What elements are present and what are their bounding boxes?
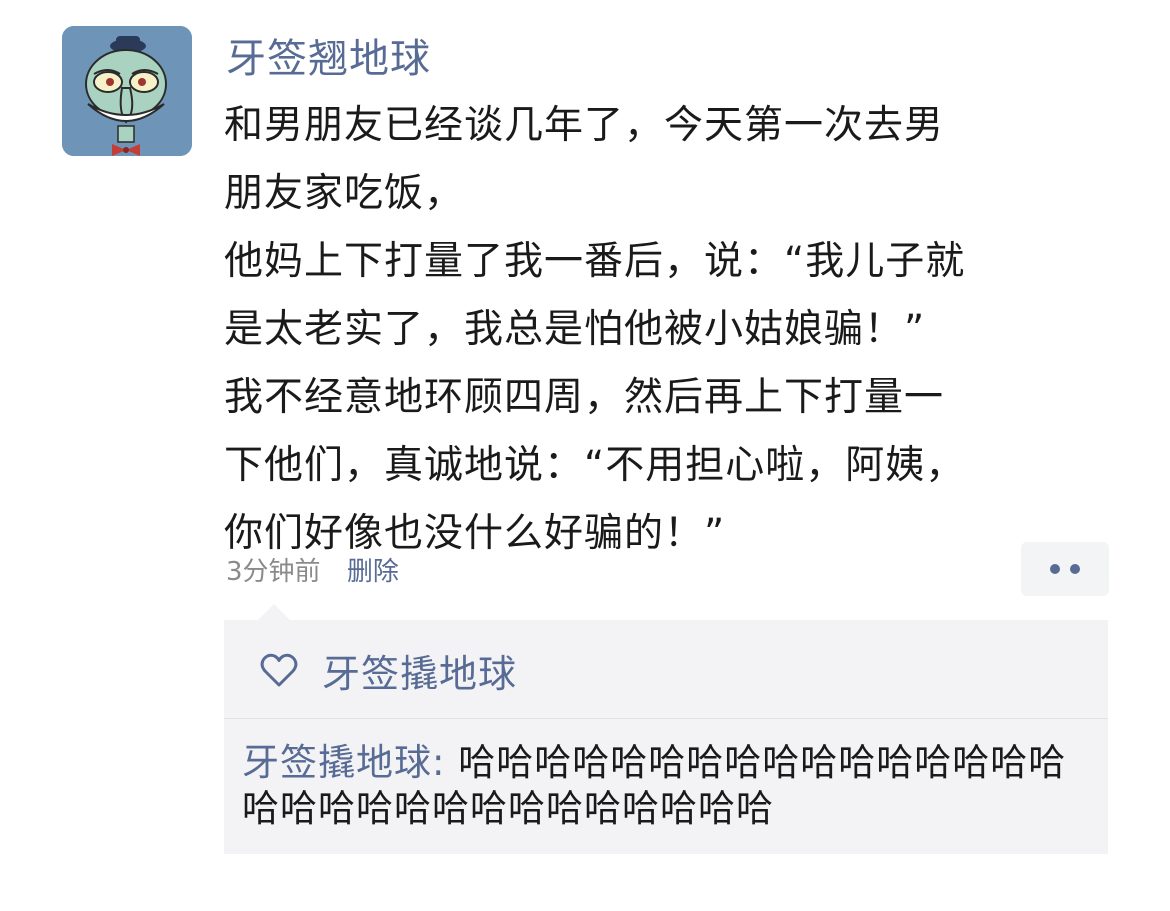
likes-row: 牙签撬地球: [260, 642, 517, 698]
divider: [224, 718, 1108, 719]
more-dots-icon: [1050, 564, 1060, 574]
post-timestamp: 3分钟前: [226, 557, 321, 587]
post-body-line: 他妈上下打量了我一番后，说：“我儿子就: [224, 239, 966, 284]
comment-separator: :: [432, 741, 459, 784]
post-body-line: 我不经意地环顾四周，然后再上下打量一: [224, 375, 945, 420]
more-button[interactable]: [1021, 542, 1109, 596]
post-author[interactable]: 牙签翘地球: [226, 34, 431, 84]
heart-outline-icon: [260, 653, 298, 687]
interaction-panel: 牙签撬地球 牙签撬地球: 哈哈哈哈哈哈哈哈哈哈哈哈哈哈哈哈哈哈哈哈哈哈哈哈哈哈哈…: [224, 604, 1108, 854]
post-body: 和男朋友已经谈几年了，今天第一次去男 朋友家吃饭， 他妈上下打量了我一番后，说：…: [224, 92, 1044, 568]
post-body-line: 是太老实了，我总是怕他被小姑娘骗！”: [224, 307, 926, 352]
post-body-line: 和男朋友已经谈几年了，今天第一次去男: [224, 103, 945, 148]
liker-name[interactable]: 牙签撬地球: [322, 643, 517, 698]
squidward-avatar-icon: [62, 26, 192, 156]
delete-link[interactable]: 删除: [347, 557, 399, 587]
more-dots-icon: [1070, 564, 1080, 574]
post-body-line: 下他们，真诚地说：“不用担心啦，阿姨，: [224, 443, 966, 488]
post-body-line: 朋友家吃饭，: [224, 171, 465, 216]
moment-post: 牙签翘地球 和男朋友已经谈几年了，今天第一次去男 朋友家吃饭， 他妈上下打量了我…: [0, 0, 1170, 911]
comment[interactable]: 牙签撬地球: 哈哈哈哈哈哈哈哈哈哈哈哈哈哈哈哈哈哈哈哈哈哈哈哈哈哈哈哈哈哈: [242, 740, 1102, 832]
panel-pointer: [258, 604, 290, 620]
comment-author[interactable]: 牙签撬地球: [242, 741, 432, 784]
post-meta: 3分钟前 删除: [226, 552, 399, 592]
avatar[interactable]: [62, 26, 192, 156]
